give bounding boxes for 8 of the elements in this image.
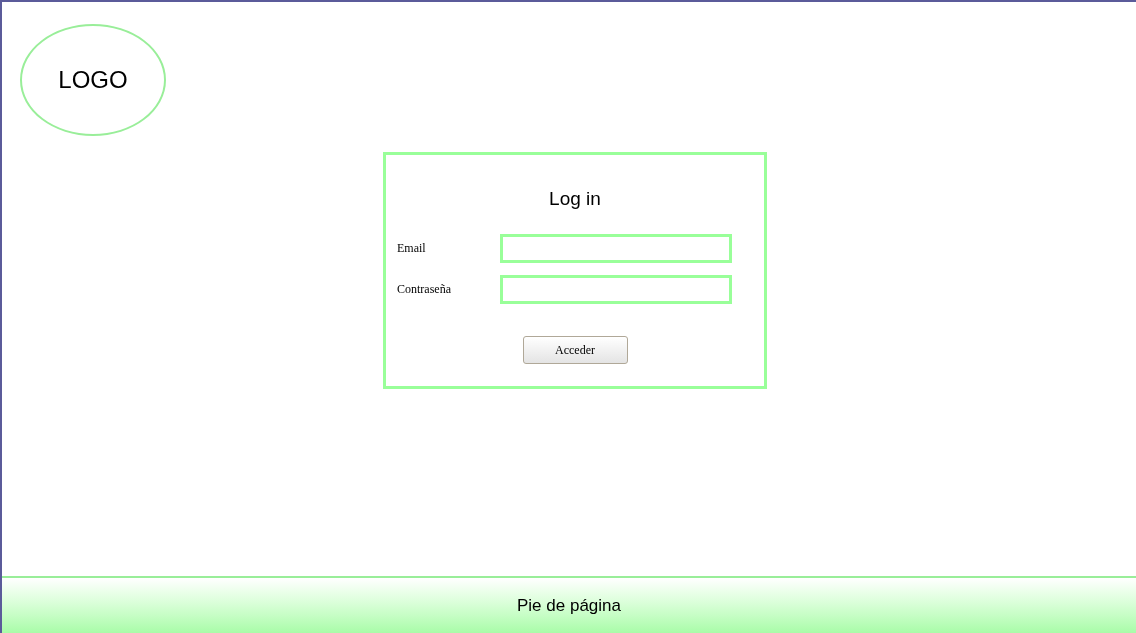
logo: LOGO	[20, 24, 166, 136]
field-label: Contraseña	[396, 281, 452, 298]
input-field[interactable]	[500, 274, 732, 304]
input-field[interactable]	[500, 233, 732, 263]
login-title: Log in	[549, 187, 601, 211]
footer: Pie de página	[2, 576, 1136, 633]
field-label: Email	[396, 240, 427, 257]
submit-button[interactable]: Acceder	[522, 335, 628, 364]
